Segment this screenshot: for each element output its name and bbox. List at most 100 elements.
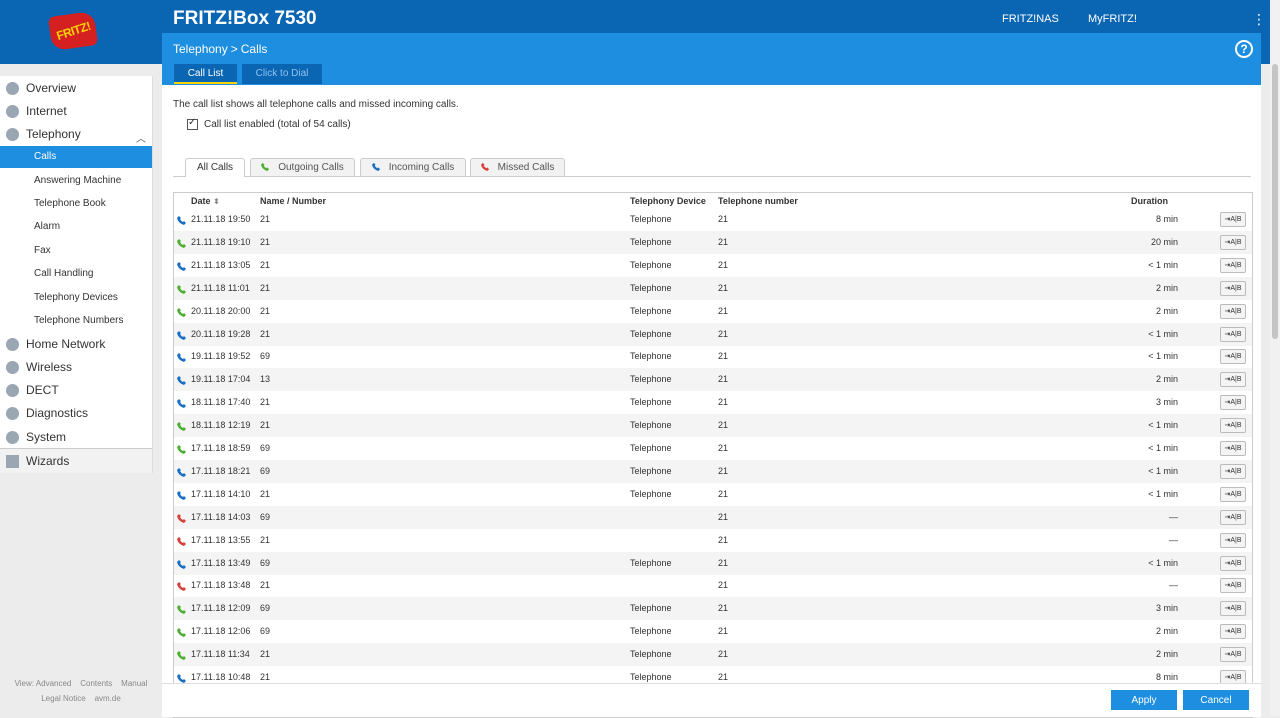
cell-device: Telephone [630, 305, 672, 316]
cell-duration: < 1 min [1148, 328, 1178, 339]
dect-icon [6, 384, 19, 397]
cancel-button[interactable]: Cancel [1183, 690, 1249, 710]
sidebar-item-telephony-devices[interactable]: Telephony Devices [0, 287, 152, 309]
cell-telephone-number: 21 [718, 443, 729, 453]
cell-name-number: 69 [260, 443, 271, 453]
more-menu-icon[interactable]: ⋮ [1252, 11, 1266, 27]
outgoing-call-icon [177, 307, 186, 317]
missed-call-icon [177, 513, 186, 523]
cell-duration: < 1 min [1148, 557, 1178, 568]
sidebar-item-diagnostics[interactable]: Diagnostics [0, 402, 152, 425]
table-row: 19.11.18 19:52 69 Telephone 21 < 1 min ⇥A|B [174, 345, 1252, 368]
cell-name-number: 21 [260, 328, 271, 339]
sidebar-item-dect[interactable]: DECT [0, 379, 152, 402]
apply-button[interactable]: Apply [1111, 690, 1177, 710]
phonebook-entry-button[interactable]: ⇥A|B [1220, 395, 1246, 411]
cell-date: 20.11.18 19:28 [191, 328, 251, 339]
cell-device: Telephone [630, 465, 672, 476]
call-list-table: Date ⬍ Name / Number Telephony Device Te… [173, 192, 1253, 718]
manual-link[interactable]: Manual [121, 679, 147, 688]
myfritz-link[interactable]: MyFRITZ! [1088, 13, 1137, 25]
phonebook-entry-button[interactable]: ⇥A|B [1220, 532, 1246, 548]
page-scrollbar[interactable] [1270, 0, 1280, 716]
help-icon[interactable]: ? [1235, 40, 1253, 58]
cell-duration: 2 min [1155, 649, 1178, 660]
phonebook-entry-button[interactable]: ⇥A|B [1220, 601, 1246, 617]
table-row: 20.11.18 19:28 21 Telephone 21 < 1 min ⇥A|B [174, 322, 1252, 346]
cell-name-number: 21 [260, 214, 271, 224]
phonebook-entry-button[interactable]: ⇥A|B [1220, 509, 1246, 525]
phonebook-entry-button[interactable]: ⇥A|B [1220, 257, 1246, 273]
sidebar-item-wizards[interactable]: Wizards [0, 448, 152, 473]
table-row: 17.11.18 11:34 21 Telephone 21 2 min ⇥A|B [174, 643, 1252, 667]
phonebook-entry-button[interactable]: ⇥A|B [1220, 555, 1246, 571]
phonebook-entry-button[interactable]: ⇥A|B [1220, 441, 1246, 456]
phonebook-entry-button[interactable]: ⇥A|B [1220, 463, 1246, 479]
legal-notice-link[interactable]: Legal Notice [41, 694, 85, 703]
tab-incoming-calls[interactable]: Incoming Calls [360, 158, 466, 176]
sidebar-item-telephone-numbers[interactable]: Telephone Numbers [0, 310, 152, 332]
tab-call-list[interactable]: Call List [174, 64, 237, 84]
tab-click-to-dial[interactable]: Click to Dial [242, 64, 322, 84]
sidebar-item-telephony[interactable]: Telephony ︿ [0, 123, 152, 146]
sidebar-item-alarm[interactable]: Alarm [0, 216, 152, 238]
phonebook-entry-button[interactable]: ⇥A|B [1220, 326, 1246, 342]
phonebook-entry-button[interactable]: ⇥A|B [1220, 647, 1246, 663]
sidebar-item-wireless[interactable]: Wireless [0, 356, 152, 379]
tab-missed-calls[interactable]: Missed Calls [470, 158, 565, 176]
phonebook-entry-button[interactable]: ⇥A|B [1220, 486, 1246, 502]
sidebar-item-fax[interactable]: Fax [0, 240, 152, 262]
tab-all-calls[interactable]: All Calls [185, 158, 245, 177]
breadcrumb-calls: Calls [240, 42, 268, 56]
cell-telephone-number: 21 [718, 420, 729, 431]
filter-tabs: All Calls Outgoing Calls Incoming Calls … [173, 158, 1251, 177]
sidebar-item-telephone-book[interactable]: Telephone Book [0, 193, 152, 215]
sidebar-item-internet[interactable]: Internet [0, 100, 152, 123]
phonebook-entry-button[interactable]: ⇥A|B [1220, 349, 1246, 365]
tab-outgoing-calls[interactable]: Outgoing Calls [250, 158, 355, 176]
cell-device: Telephone [630, 649, 672, 660]
phonebook-entry-button[interactable]: ⇥A|B [1220, 212, 1246, 227]
cell-device: Telephone [630, 603, 672, 614]
fritznas-link[interactable]: FRITZ!NAS [1002, 13, 1059, 25]
avm-link[interactable]: avm.de [95, 694, 121, 703]
cell-date: 17.11.18 18:59 [191, 443, 251, 453]
phonebook-entry-button[interactable]: ⇥A|B [1220, 418, 1246, 434]
cell-telephone-number: 21 [718, 465, 729, 476]
phonebook-entry-button[interactable]: ⇥A|B [1220, 578, 1246, 594]
cell-telephone-number: 21 [718, 649, 729, 660]
sort-icon[interactable]: ⬍ [213, 197, 220, 206]
cell-telephone-number: 21 [718, 397, 729, 408]
cell-telephone-number: 21 [718, 282, 729, 293]
cell-duration: < 1 min [1148, 488, 1178, 499]
cell-telephone-number: 21 [718, 259, 729, 270]
cell-duration: < 1 min [1148, 351, 1178, 362]
call-list-checkbox[interactable] [187, 117, 198, 130]
phonebook-entry-button[interactable]: ⇥A|B [1220, 624, 1246, 640]
sidebar-item-call-handling[interactable]: Call Handling [0, 263, 152, 285]
cell-telephone-number: 21 [718, 328, 729, 339]
sidebar-item-home-network[interactable]: Home Network [0, 333, 152, 356]
scrollbar-thumb[interactable] [1272, 64, 1278, 339]
sidebar-item-answering-machine[interactable]: Answering Machine [0, 170, 152, 192]
cell-telephone-number: 21 [718, 534, 729, 545]
sidebar-item-overview[interactable]: Overview [0, 77, 152, 100]
table-row: 21.11.18 19:50 21 Telephone 21 8 min ⇥A|B [174, 208, 1252, 231]
phonebook-entry-button[interactable]: ⇥A|B [1220, 372, 1246, 388]
contents-link[interactable]: Contents [80, 679, 112, 688]
cell-duration: 8 min [1155, 214, 1178, 224]
network-icon [6, 338, 19, 351]
fritz-logo[interactable]: FRITZ! [47, 10, 99, 52]
table-row: 17.11.18 14:10 21 Telephone 21 < 1 min ⇥A|B [174, 483, 1252, 506]
phonebook-entry-button[interactable]: ⇥A|B [1220, 234, 1246, 250]
call-list-enabled[interactable]: Call list enabled (total of 54 calls) [187, 117, 351, 130]
cell-date: 18.11.18 12:19 [191, 420, 251, 431]
view-advanced-link[interactable]: View: Advanced [15, 679, 72, 688]
sidebar-item-system[interactable]: System [0, 426, 152, 449]
phonebook-entry-button[interactable]: ⇥A|B [1220, 280, 1246, 296]
sidebar-item-calls[interactable]: Calls [0, 146, 152, 168]
breadcrumb-telephony[interactable]: Telephony [173, 42, 228, 56]
cell-telephone-number: 21 [718, 511, 729, 522]
outgoing-call-icon [177, 445, 186, 454]
phonebook-entry-button[interactable]: ⇥A|B [1220, 303, 1246, 319]
